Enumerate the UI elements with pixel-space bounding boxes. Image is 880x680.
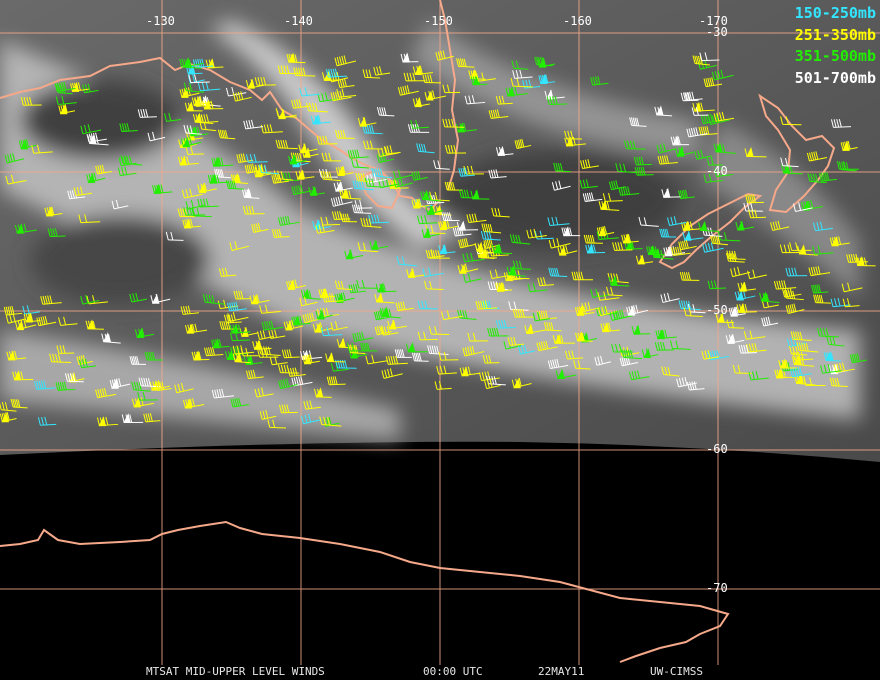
lat-label-50: -50	[706, 303, 728, 317]
time-label: 00:00 UTC	[423, 665, 483, 678]
legend-150-250mb: 150-250mb	[794, 4, 876, 22]
legend-501-700mb: 501-700mb	[794, 69, 876, 87]
satellite-wind-map: -130 -140 -150 -160 -170 -30 -40 -50 -60…	[0, 0, 880, 680]
lon-label-130: -130	[146, 14, 175, 28]
date-label: 22MAY11	[538, 665, 585, 678]
legend-351-500mb: 351-500mb	[794, 47, 876, 65]
lon-label-160: -160	[563, 14, 592, 28]
lat-label-60: -60	[706, 442, 728, 456]
lat-label-40: -40	[706, 164, 728, 178]
credit-label: UW-CIMSS	[650, 665, 703, 678]
antarctica-coastline	[0, 520, 730, 663]
footer-caption: MTSAT MID-UPPER LEVEL WINDS 00:00 UTC 22…	[0, 665, 880, 679]
lat-label-30: -30	[706, 25, 728, 39]
lon-label-140: -140	[284, 14, 313, 28]
map-canvas	[0, 0, 880, 665]
lon-label-150: -150	[424, 14, 453, 28]
legend-251-350mb: 251-350mb	[794, 26, 876, 44]
product-name: MTSAT MID-UPPER LEVEL WINDS	[146, 665, 325, 678]
lat-label-70: -70	[706, 581, 728, 595]
